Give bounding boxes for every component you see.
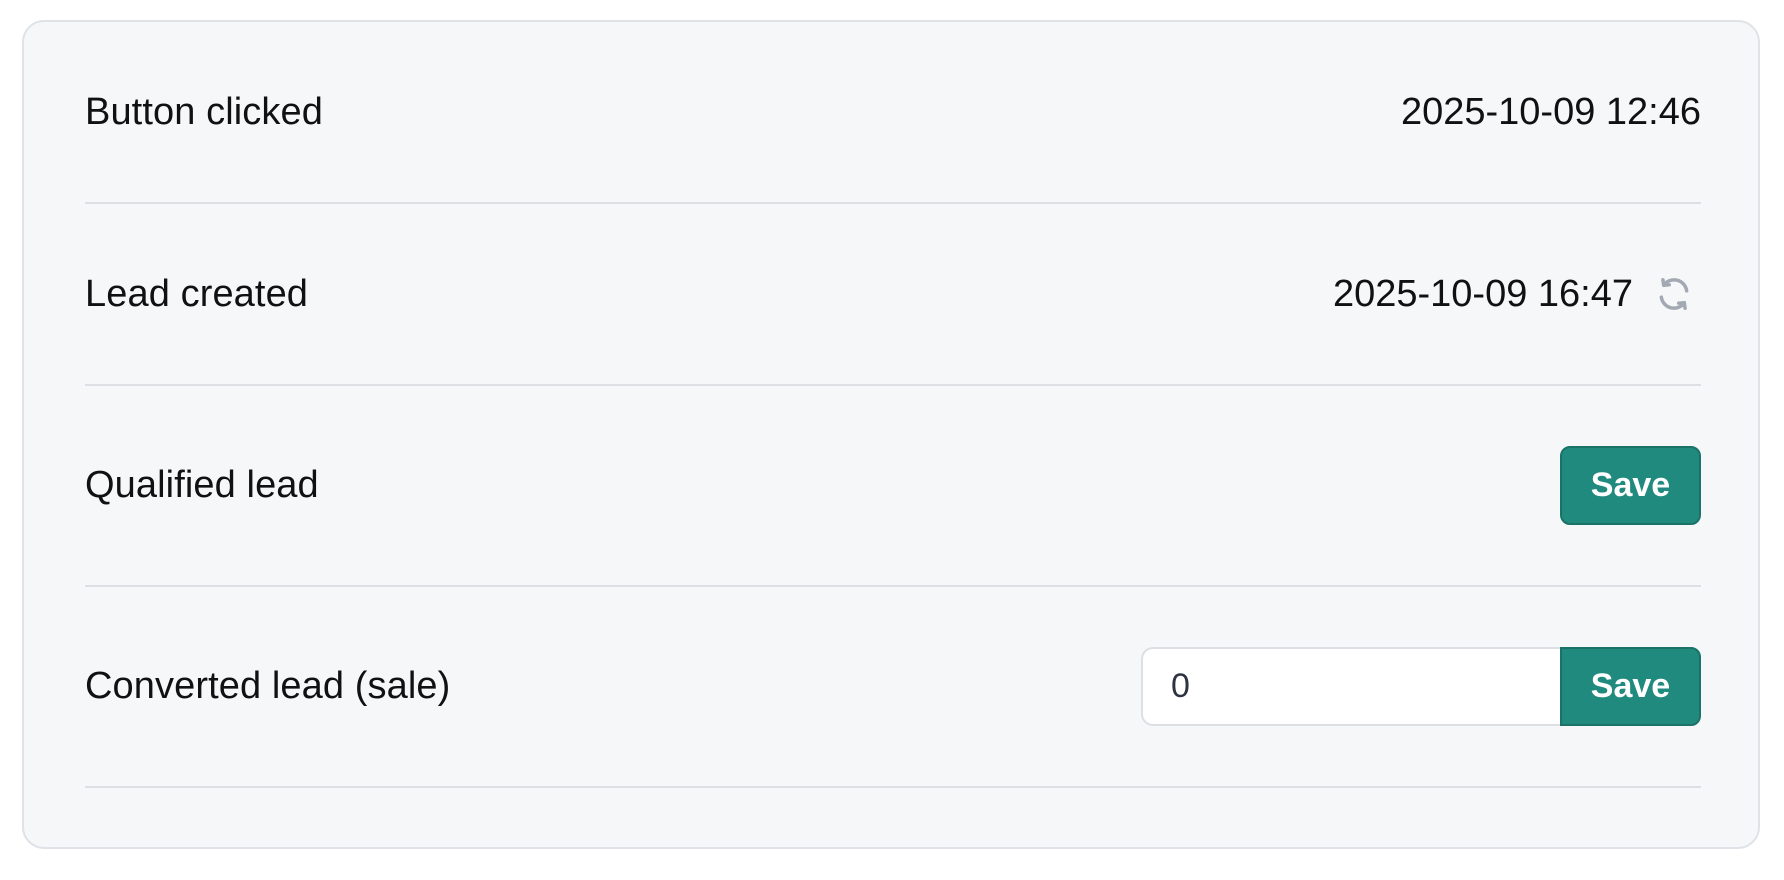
event-label: Converted lead (sale) — [85, 665, 451, 707]
lead-events-card: Button clicked 2025-10-09 12:46 Lead cre… — [22, 20, 1760, 849]
event-value-group: 2025-10-09 16:47 — [1333, 273, 1701, 316]
event-row-qualified-lead: Qualified lead Save — [85, 386, 1701, 587]
sale-value-input[interactable] — [1141, 647, 1560, 726]
event-list: Button clicked 2025-10-09 12:46 Lead cre… — [85, 22, 1701, 788]
event-row-button-clicked: Button clicked 2025-10-09 12:46 — [85, 22, 1701, 204]
event-timestamp: 2025-10-09 12:46 — [1400, 90, 1701, 133]
event-timestamp: 2025-10-09 16:47 — [1332, 272, 1633, 315]
event-row-lead-created: Lead created 2025-10-09 16:47 — [85, 204, 1701, 386]
sale-value-input-group: Save — [1141, 647, 1701, 726]
event-label: Button clicked — [85, 90, 323, 133]
event-label: Qualified lead — [85, 464, 319, 506]
save-qualified-lead-button[interactable]: Save — [1560, 446, 1701, 525]
refresh-icon[interactable] — [1655, 275, 1693, 313]
event-row-converted-lead: Converted lead (sale) Save — [85, 587, 1701, 788]
event-label: Lead created — [85, 272, 309, 315]
save-converted-lead-button[interactable]: Save — [1560, 647, 1701, 726]
